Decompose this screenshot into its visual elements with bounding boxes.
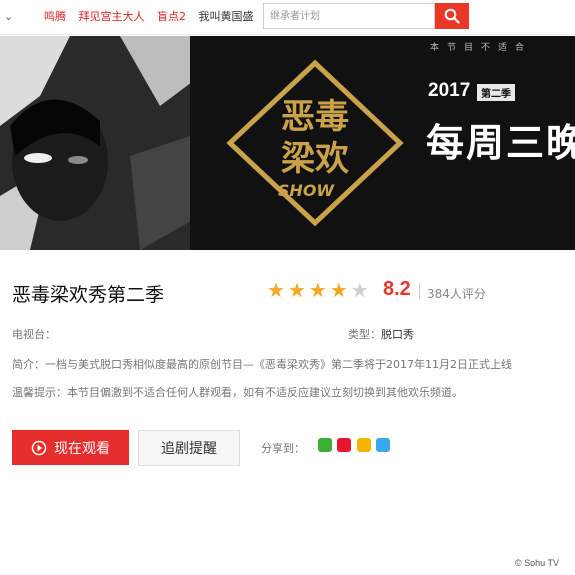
- qq-icon[interactable]: [376, 438, 390, 452]
- svg-text:恶毒: 恶毒: [281, 97, 349, 137]
- nav-links: 鸣腾 拜见宫主大人 盲点2 我叫黄国盛: [44, 8, 263, 24]
- share-label: 分享到：: [261, 442, 305, 455]
- nav-link-1[interactable]: 鸣腾: [44, 10, 66, 23]
- banner-season-badge: 第二季: [477, 84, 515, 101]
- follow-reminder-button[interactable]: 追剧提醒: [138, 430, 240, 466]
- show-logo: 恶毒 梁欢 SHOW: [226, 59, 404, 227]
- rating-stars[interactable]: ★ ★ ★ ★ ★: [267, 280, 372, 300]
- search-button[interactable]: [435, 3, 469, 29]
- hero-banner[interactable]: 恶毒 梁欢 SHOW 本节目不适合 2017 第二季 每周三晚: [0, 36, 575, 250]
- banner-notice: 本节目不适合: [430, 43, 533, 53]
- rating-count: 384人评分: [427, 287, 486, 301]
- wechat-icon[interactable]: [318, 438, 332, 452]
- host-portrait-image: [0, 36, 200, 250]
- banner-year: 2017: [428, 80, 471, 101]
- qzone-icon[interactable]: [357, 438, 371, 452]
- banner-tagline: 每周三晚: [426, 121, 575, 165]
- tv-station-label: 电视台：: [12, 328, 56, 341]
- star-icon[interactable]: ★: [288, 280, 306, 300]
- chevron-down-icon[interactable]: ⌄: [4, 10, 13, 23]
- show-intro: 简介：一档与美式脱口秀相似度最高的原创节目—《恶毒梁欢秀》第二季将于2017年1…: [12, 358, 512, 371]
- search-input[interactable]: 继承者计划: [263, 3, 435, 29]
- search-icon: [444, 8, 460, 24]
- top-nav-bar: ⌄ 鸣腾 拜见宫主大人 盲点2 我叫黄国盛 继承者计划: [0, 0, 575, 35]
- watermark: © Sohu TV: [515, 558, 559, 568]
- nav-link-4[interactable]: 我叫黄国盛: [199, 10, 254, 23]
- svg-text:梁欢: 梁欢: [281, 139, 349, 179]
- play-icon: [31, 440, 47, 455]
- show-title: 恶毒梁欢秀第二季: [12, 284, 165, 306]
- nav-link-3[interactable]: 盲点2: [157, 10, 186, 23]
- watch-now-button[interactable]: 现在观看: [12, 430, 129, 465]
- nav-link-2[interactable]: 拜见宫主大人: [79, 10, 145, 23]
- rating-score: 8.2: [383, 278, 411, 300]
- divider: [419, 283, 420, 299]
- viewer-warning: 温馨提示：本节目偏激到不适合任何人群观看，如有不适反应建议立刻切换到其他欢乐频道…: [12, 386, 463, 399]
- svg-text:SHOW: SHOW: [278, 181, 336, 200]
- weibo-icon[interactable]: [337, 438, 351, 452]
- watch-now-label: 现在观看: [54, 440, 110, 457]
- star-icon[interactable]: ★: [351, 280, 369, 300]
- star-icon[interactable]: ★: [309, 280, 327, 300]
- star-icon[interactable]: ★: [267, 280, 285, 300]
- genre-value[interactable]: 脱口秀: [381, 328, 414, 341]
- genre-row: 类型：脱口秀: [348, 326, 414, 342]
- star-icon[interactable]: ★: [330, 280, 348, 300]
- genre-label: 类型：: [348, 328, 381, 341]
